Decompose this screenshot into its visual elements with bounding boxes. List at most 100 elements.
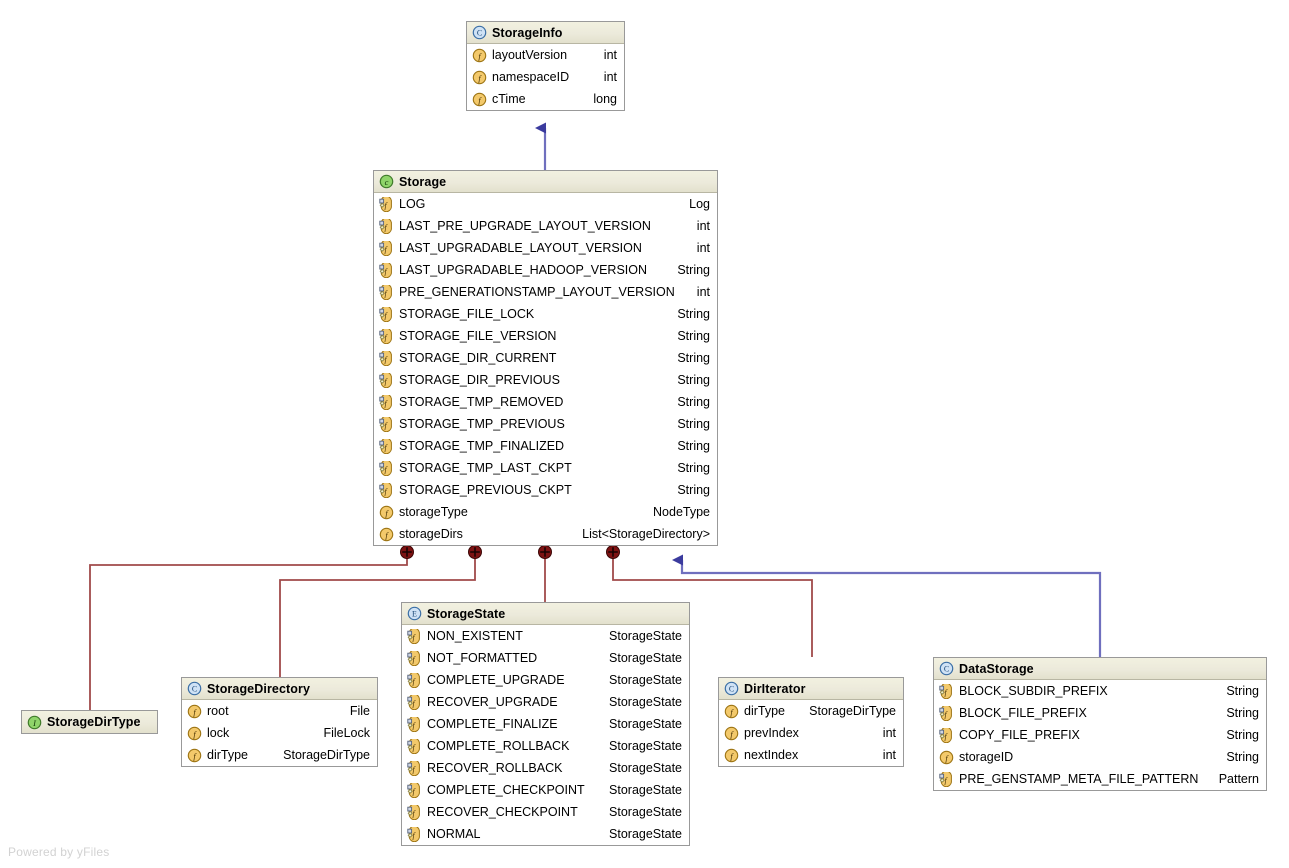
field-icon: f — [724, 704, 739, 719]
field-row[interactable]: f STORAGE_FILE_LOCK String — [374, 303, 717, 325]
field-row[interactable]: f LAST_PRE_UPGRADE_LAYOUT_VERSION int — [374, 215, 717, 237]
field-type: Log — [689, 197, 710, 211]
field-row[interactable]: f COMPLETE_CHECKPOINT StorageState — [402, 779, 689, 801]
field-type: StorageState — [609, 827, 682, 841]
field-row[interactable]: f RECOVER_UPGRADE StorageState — [402, 691, 689, 713]
field-name: NOT_FORMATTED — [427, 651, 538, 665]
uml-diagram-canvas: C StorageInfo f layoutVersion int f namespac… — [0, 0, 1289, 868]
field-icon: f — [379, 505, 394, 520]
field-type: String — [677, 483, 710, 497]
field-row[interactable]: f STORAGE_PREVIOUS_CKPT String — [374, 479, 717, 501]
field-name: namespaceID — [492, 70, 570, 84]
field-row[interactable]: f LAST_UPGRADABLE_LAYOUT_VERSION int — [374, 237, 717, 259]
field-row[interactable]: f prevIndex int — [719, 722, 903, 744]
field-row[interactable]: f cTime long — [467, 88, 624, 110]
field-type: String — [677, 417, 710, 431]
field-row[interactable]: f RECOVER_ROLLBACK StorageState — [402, 757, 689, 779]
class-header: C StorageInfo — [467, 22, 624, 44]
field-type: StorageState — [609, 629, 682, 643]
class-node-datastorage[interactable]: C DataStorage f BLOCK_SUBDIR_PREFIX String… — [933, 657, 1267, 791]
field-row[interactable]: f COMPLETE_FINALIZE StorageState — [402, 713, 689, 735]
field-type: StorageState — [609, 761, 682, 775]
field-name: PRE_GENERATIONSTAMP_LAYOUT_VERSION — [399, 285, 675, 299]
field-type: String — [677, 461, 710, 475]
field-row[interactable]: f NORMAL StorageState — [402, 823, 689, 845]
field-row[interactable]: f storageID String — [934, 746, 1266, 768]
field-row[interactable]: f nextIndex int — [719, 744, 903, 766]
class-header: C DataStorage — [934, 658, 1266, 680]
field-name: STORAGE_TMP_REMOVED — [399, 395, 564, 409]
field-row[interactable]: f LOG Log — [374, 193, 717, 215]
field-row[interactable]: f layoutVersion int — [467, 44, 624, 66]
field-type: String — [1226, 684, 1259, 698]
field-icon: f — [472, 92, 487, 107]
field-row[interactable]: f STORAGE_TMP_LAST_CKPT String — [374, 457, 717, 479]
field-type: File — [349, 704, 370, 718]
field-name: dirType — [744, 704, 785, 718]
field-type: StorageDirType — [809, 704, 896, 718]
interface-icon: I — [27, 715, 42, 730]
fields-list: f dirType StorageDirType f prevIndex int f next… — [719, 700, 903, 766]
field-row[interactable]: f dirType StorageDirType — [182, 744, 377, 766]
class-name: StorageDirectory — [207, 681, 311, 696]
class-node-storagedirtype[interactable]: I StorageDirType — [21, 710, 158, 734]
static-field-icon: f — [407, 826, 422, 842]
class-icon: C — [939, 661, 954, 676]
field-type: FileLock — [323, 726, 370, 740]
field-row[interactable]: f PRE_GENERATIONSTAMP_LAYOUT_VERSION int — [374, 281, 717, 303]
field-row[interactable]: f STORAGE_FILE_VERSION String — [374, 325, 717, 347]
nesting-marker — [468, 545, 482, 559]
field-row[interactable]: f NON_EXISTENT StorageState — [402, 625, 689, 647]
class-icon: C — [724, 681, 739, 696]
field-row[interactable]: f COPY_FILE_PREFIX String — [934, 724, 1266, 746]
field-name: STORAGE_FILE_LOCK — [399, 307, 535, 321]
static-field-icon: f — [407, 694, 422, 710]
class-node-storage[interactable]: c Storage f LOG Log f LAST_PRE_UPGRADE_LAYOU… — [373, 170, 718, 546]
field-row[interactable]: f BLOCK_SUBDIR_PREFIX String — [934, 680, 1266, 702]
edge-datastorage-to-storage — [672, 554, 1102, 658]
fields-list: f layoutVersion int f namespaceID int f cTime lo… — [467, 44, 624, 110]
field-row[interactable]: f STORAGE_TMP_PREVIOUS String — [374, 413, 717, 435]
class-name: StorageDirType — [47, 715, 141, 729]
fields-list: f BLOCK_SUBDIR_PREFIX String f BLOCK_FILE_PR… — [934, 680, 1266, 790]
class-name: DataStorage — [959, 661, 1034, 676]
field-row[interactable]: f root File — [182, 700, 377, 722]
static-field-icon: f — [407, 628, 422, 644]
field-type: int — [696, 241, 710, 255]
field-type: String — [677, 395, 710, 409]
field-row[interactable]: f NOT_FORMATTED StorageState — [402, 647, 689, 669]
field-type: long — [593, 92, 617, 106]
field-row[interactable]: f BLOCK_FILE_PREFIX String — [934, 702, 1266, 724]
class-node-storagestate[interactable]: E StorageState f NON_EXISTENT StorageState… — [401, 602, 690, 846]
field-row[interactable]: f COMPLETE_UPGRADE StorageState — [402, 669, 689, 691]
class-node-storagedirectory[interactable]: C StorageDirectory f root File f lock FileLoc… — [181, 677, 378, 767]
class-icon: C — [472, 25, 487, 40]
field-icon: f — [472, 48, 487, 63]
field-type: StorageState — [609, 805, 682, 819]
field-type: String — [1226, 728, 1259, 742]
class-node-diriterator[interactable]: C DirIterator f dirType StorageDirType f pre… — [718, 677, 904, 767]
field-row[interactable]: f storageType NodeType — [374, 501, 717, 523]
field-name: LAST_PRE_UPGRADE_LAYOUT_VERSION — [399, 219, 651, 233]
field-type: String — [677, 263, 710, 277]
static-field-icon: f — [939, 705, 954, 721]
field-row[interactable]: f STORAGE_TMP_REMOVED String — [374, 391, 717, 413]
field-row[interactable]: f namespaceID int — [467, 66, 624, 88]
field-row[interactable]: f COMPLETE_ROLLBACK StorageState — [402, 735, 689, 757]
field-name: COMPLETE_ROLLBACK — [427, 739, 570, 753]
field-name: dirType — [207, 748, 248, 762]
field-row[interactable]: f STORAGE_DIR_CURRENT String — [374, 347, 717, 369]
class-name: DirIterator — [744, 681, 806, 696]
field-row[interactable]: f storageDirs List<StorageDirectory> — [374, 523, 717, 545]
class-header: I StorageDirType — [22, 711, 157, 733]
field-row[interactable]: f lock FileLock — [182, 722, 377, 744]
field-row[interactable]: f STORAGE_TMP_FINALIZED String — [374, 435, 717, 457]
field-row[interactable]: f dirType StorageDirType — [719, 700, 903, 722]
field-row[interactable]: f RECOVER_CHECKPOINT StorageState — [402, 801, 689, 823]
static-field-icon: f — [407, 804, 422, 820]
field-row[interactable]: f PRE_GENSTAMP_META_FILE_PATTERN Pattern — [934, 768, 1266, 790]
field-row[interactable]: f LAST_UPGRADABLE_HADOOP_VERSION String — [374, 259, 717, 281]
field-row[interactable]: f STORAGE_DIR_PREVIOUS String — [374, 369, 717, 391]
class-node-storageinfo[interactable]: C StorageInfo f layoutVersion int f namespac… — [466, 21, 625, 111]
field-icon: f — [724, 726, 739, 741]
